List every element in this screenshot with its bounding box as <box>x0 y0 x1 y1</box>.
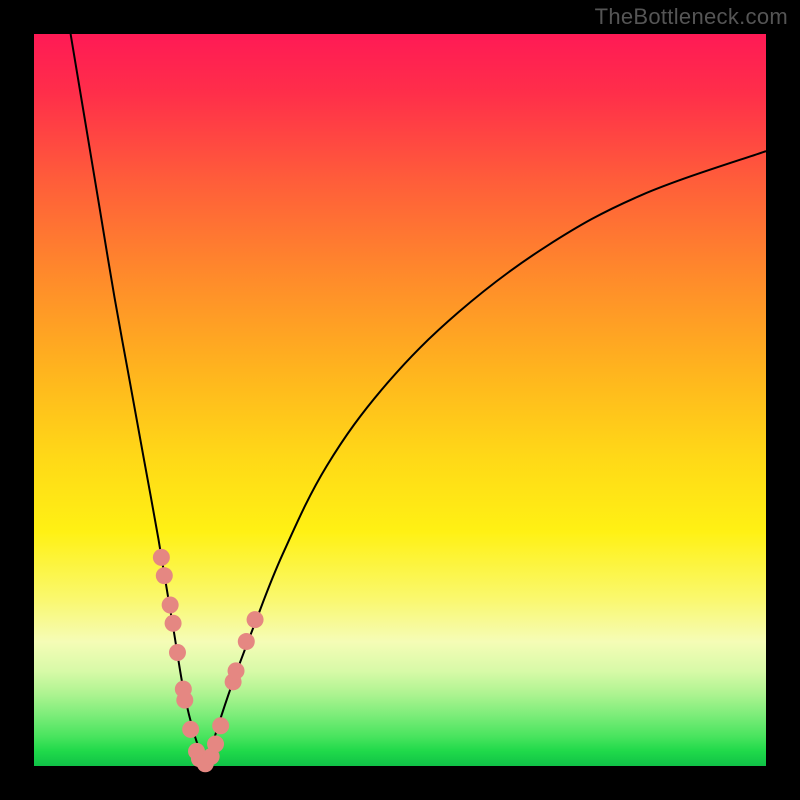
right-branch-curve <box>206 151 766 766</box>
data-marker <box>212 717 229 734</box>
left-branch-curve <box>71 34 206 766</box>
data-marker <box>165 615 182 632</box>
data-marker <box>169 644 186 661</box>
chart-frame: TheBottleneck.com <box>0 0 800 800</box>
watermark-text: TheBottleneck.com <box>595 4 788 30</box>
data-marker <box>176 692 193 709</box>
data-marker <box>238 633 255 650</box>
plot-area <box>34 34 766 766</box>
data-marker <box>162 596 179 613</box>
data-marker <box>156 567 173 584</box>
data-marker <box>153 549 170 566</box>
data-marker <box>182 721 199 738</box>
curve-layer <box>34 34 766 766</box>
data-marker <box>228 662 245 679</box>
data-marker <box>247 611 264 628</box>
data-marker <box>207 736 224 753</box>
marker-group <box>153 549 264 772</box>
